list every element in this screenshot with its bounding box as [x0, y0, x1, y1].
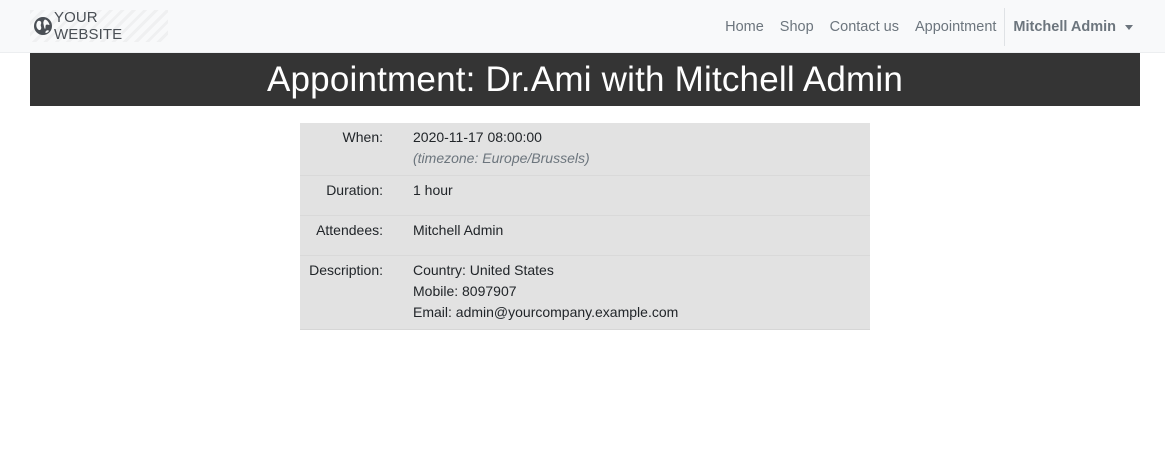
- detail-row-attendees: Attendees: Mitchell Admin: [300, 215, 870, 255]
- brand-text: YOUR WEBSITE: [54, 9, 123, 43]
- detail-row-duration: Duration: 1 hour: [300, 175, 870, 215]
- timezone-note: (timezone: Europe/Brussels): [413, 150, 590, 166]
- when-value: 2020-11-17 08:00:00 (timezone: Europe/Br…: [413, 127, 590, 175]
- nav-contact-us[interactable]: Contact us: [822, 19, 907, 35]
- detail-row-description: Description: Country: United States Mobi…: [300, 255, 870, 329]
- nav-shop[interactable]: Shop: [772, 19, 822, 35]
- user-menu-dropdown[interactable]: Mitchell Admin: [1005, 19, 1165, 35]
- globe-icon: [33, 16, 53, 36]
- duration-value: 1 hour: [413, 182, 453, 198]
- page-title-banner: Appointment: Dr.Ami with Mitchell Admin: [30, 53, 1140, 106]
- description-value: Country: United States Mobile: 8097907 E…: [413, 260, 678, 329]
- nav-home[interactable]: Home: [717, 19, 772, 35]
- brand-logo[interactable]: YOUR WEBSITE: [30, 9, 168, 43]
- attendees-value: Mitchell Admin: [413, 222, 504, 238]
- detail-row-when: When: 2020-11-17 08:00:00 (timezone: Eur…: [300, 123, 870, 175]
- user-name: Mitchell Admin: [1013, 18, 1116, 35]
- appointment-details: When: 2020-11-17 08:00:00 (timezone: Eur…: [300, 123, 870, 330]
- description-label: Description:: [309, 262, 383, 278]
- attendees-label: Attendees:: [316, 222, 383, 238]
- when-label: When:: [342, 129, 383, 145]
- nav-appointment[interactable]: Appointment: [907, 19, 1004, 35]
- page-title: Appointment: Dr.Ami with Mitchell Admin: [266, 59, 904, 99]
- top-navbar: YOUR WEBSITE Home Shop Contact us Appoin…: [0, 0, 1165, 53]
- nav-links: Home Shop Contact us Appointment Mitchel…: [717, 0, 1165, 53]
- description-country: Country: United States: [413, 262, 554, 278]
- when-datetime: 2020-11-17 08:00:00: [413, 129, 542, 145]
- caret-down-icon: [1125, 24, 1133, 30]
- description-email: Email: admin@yourcompany.example.com: [413, 304, 679, 320]
- duration-label: Duration:: [326, 182, 383, 198]
- description-mobile: Mobile: 8097907: [413, 283, 517, 299]
